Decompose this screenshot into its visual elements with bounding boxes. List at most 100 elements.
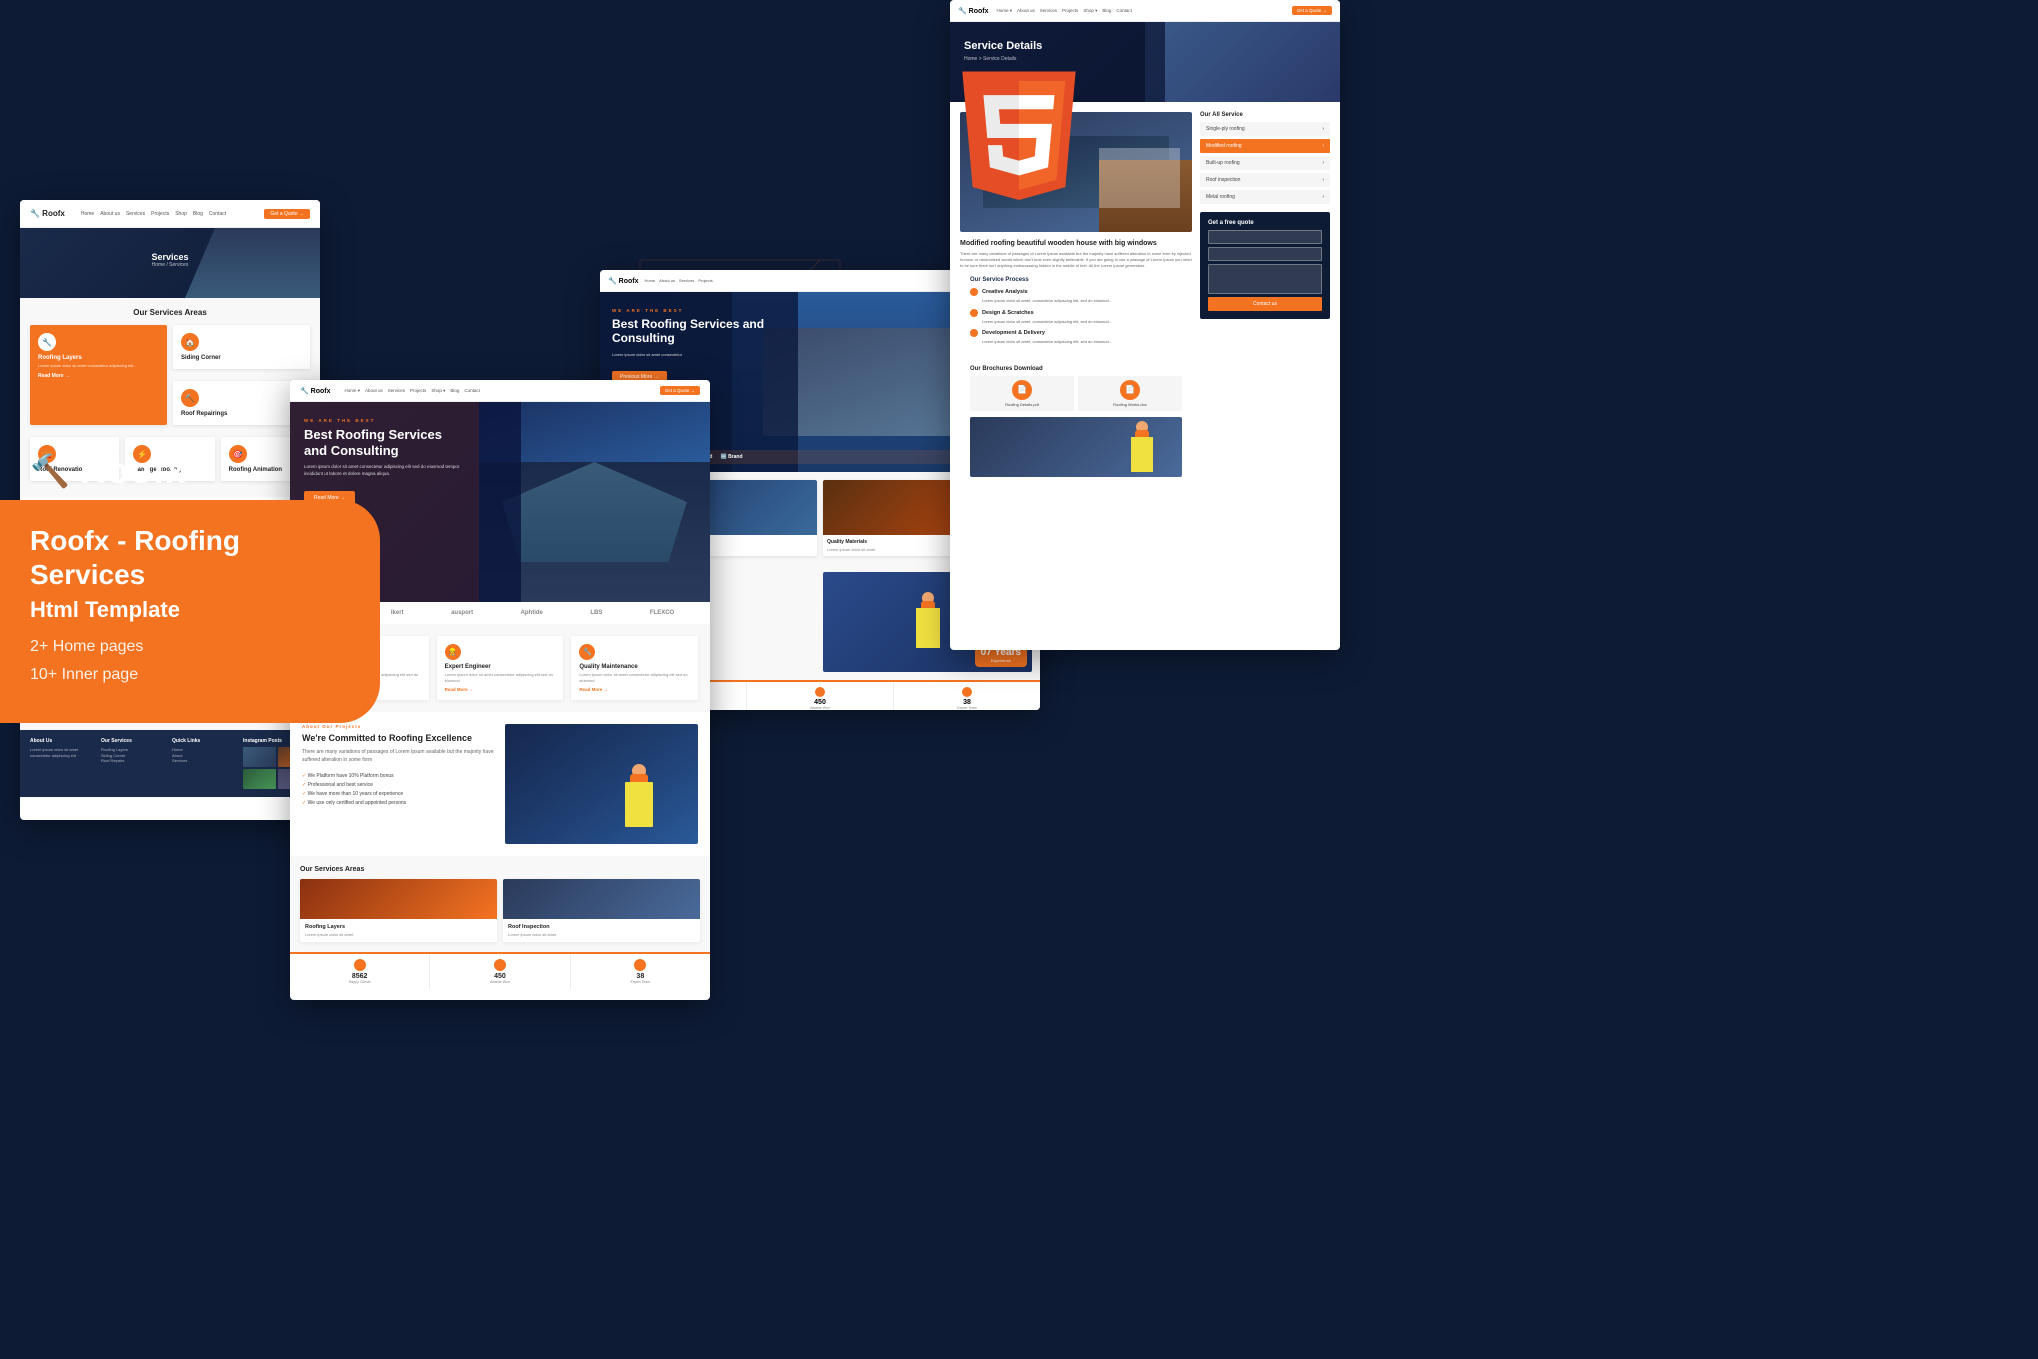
brand-aphtide: Aphtide xyxy=(521,610,543,616)
hero-navbar: 🔧 Roofx Home ▾ About us Services Project… xyxy=(290,380,710,402)
sd-service-inspection[interactable]: Roof inspection › xyxy=(1200,173,1330,187)
hero-stat-awards: 450 Awards Won xyxy=(430,954,570,989)
sd-sidebar-services-title: Our All Service xyxy=(1200,112,1330,118)
hero-stat-awards-num: 450 xyxy=(435,973,564,980)
expert-link[interactable]: Read More → xyxy=(445,687,556,692)
brochure-card-2[interactable]: 📄 Roofing Works.doc xyxy=(1078,376,1182,411)
check-1: We Platform have 10% Platform bonus xyxy=(302,772,495,781)
roofing-layers-title: Roofing Layers xyxy=(38,355,159,361)
footer-links: Quick Links HomeAboutServices xyxy=(172,738,239,789)
commitment-image xyxy=(505,724,698,844)
feature-quality-maintenance: 🔧 Quality Maintenance Lorem ipsum dolor … xyxy=(571,636,698,700)
worker-stat-2-lbl: Awards Won xyxy=(752,706,888,710)
brand-flexco: FLEXCO xyxy=(650,610,674,616)
hero-stat-team-lbl: Expert Team xyxy=(576,980,705,984)
hero-nav-home: Home ▾ xyxy=(345,388,361,394)
hero-stat-clients-lbl: Happy Clients xyxy=(295,980,424,984)
brand-lkert: lkert xyxy=(391,610,404,616)
hero-stat-awards-lbl: Awards Won xyxy=(435,980,564,984)
worker-nav-logo: 🔧 Roofx xyxy=(608,277,639,285)
nav-contact: Contact xyxy=(209,211,226,217)
check-3: We have more than 10 years of experience xyxy=(302,790,495,799)
check-4: We use only certified and appointed pers… xyxy=(302,799,495,808)
sd-service-built-up[interactable]: Built-up roofing › xyxy=(1200,156,1330,170)
brand-pages-info: 2+ Home pages xyxy=(30,635,340,659)
commit-text: There are many variations of passages of… xyxy=(302,749,495,764)
commitment-section: About Our Projects We're Committed to Ro… xyxy=(290,712,710,856)
hero-stat-team: 38 Expert Team xyxy=(571,954,710,989)
process-step-1-title: Creative Analysis xyxy=(982,289,1028,295)
repair-title: Roof Repairings xyxy=(181,411,302,417)
worker-stat-3-lbl: Expert Team xyxy=(899,706,1035,710)
sd-service-single-ply[interactable]: Single-ply roofing › xyxy=(1200,122,1330,136)
process-step-2: Design & Scratches Lorem ipsum dolor sit… xyxy=(970,309,1182,325)
expert-text: Lorem ipsum dolor sit amet consectetur a… xyxy=(445,672,556,683)
services-navbar: 🔧 Roofx Home About us Services Projects … xyxy=(20,200,320,228)
brochure-card-1[interactable]: 📄 Roofing Details.pdf xyxy=(970,376,1074,411)
exp-label: Experience xyxy=(981,658,1021,663)
maintenance-icon: 🔧 xyxy=(579,644,595,660)
sd-submit-button[interactable]: Contact us xyxy=(1208,297,1322,311)
commit-title: We're Committed to Roofing Excellence xyxy=(302,733,495,743)
services-nav-logo: 🔧 Roofx xyxy=(30,209,65,218)
services-bottom-section: Our Services Areas Roofing Layers Lorem … xyxy=(290,856,710,952)
services-breadcrumb: Home / Services xyxy=(30,262,310,268)
process-step-1-text: Lorem ipsum dolor sit amet, consectetur … xyxy=(970,298,1182,304)
hero-nav-shop: Shop ▾ xyxy=(431,388,445,394)
services-nav-links: Home About us Services Projects Shop Blo… xyxy=(81,211,226,217)
roofing-card-inspection: Roof Inspection Lorem ipsum dolor sit am… xyxy=(503,879,700,942)
hero-nav-cta[interactable]: Get a Quote → xyxy=(660,386,700,395)
sd-navbar: 🔧 Roofx Home ▾ About us Services Project… xyxy=(950,0,1340,22)
roofing-card-layers: Roofing Layers Lorem ipsum dolor sit ame… xyxy=(300,879,497,942)
roofing-inspection-card-title: Roof Inspection xyxy=(508,924,695,930)
siding-icon: 🏠 xyxy=(181,333,199,351)
services-page-title: Services xyxy=(30,252,310,262)
roofing-layers-link[interactable]: Read More → xyxy=(38,373,159,379)
maintenance-title: Quality Maintenance xyxy=(579,664,690,670)
nav-blog: Blog xyxy=(193,211,203,217)
services-nav-cta[interactable]: Get a Quote → xyxy=(264,209,310,219)
siding-title: Siding Corner xyxy=(181,355,302,361)
hero-nav-projects: Projects xyxy=(410,388,426,394)
sd-quote-title: Get a free quote xyxy=(1208,220,1322,226)
sd-main-title: Modified roofing beautiful wooden house … xyxy=(960,240,1192,247)
brand-lbs: LBS xyxy=(590,610,602,616)
check-2: Professional and best service xyxy=(302,781,495,790)
feature-expert-engineer: 👷 Expert Engineer Lorem ipsum dolor sit … xyxy=(437,636,564,700)
sd-service-modified[interactable]: Modified roofing › xyxy=(1200,139,1330,153)
sd-message-input[interactable] xyxy=(1208,264,1322,294)
sd-nav-cta[interactable]: Get a Quote → xyxy=(1292,6,1332,15)
process-step-3-text: Lorem ipsum dolor sit amet, consectetur … xyxy=(970,339,1182,345)
roofing-layers-card-text: Lorem ipsum dolor sit amet xyxy=(305,932,492,937)
sd-service-metal[interactable]: Metal roofing › xyxy=(1200,190,1330,204)
sd-nav-links: Home ▾ About us Services Projects Shop ▾… xyxy=(997,8,1132,14)
sd-brochures-section: Our Brochures Download 📄 Roofing Details… xyxy=(960,358,1192,485)
hero-nav-logo: 🔧 Roofx xyxy=(300,387,331,395)
worker-hero-text: Lorem ipsum dolor sit amet consectetur xyxy=(612,352,788,357)
worker-stat-3-num: 38 xyxy=(899,699,1035,706)
sd-brochure-items: 📄 Roofing Details.pdf 📄 Roofing Works.do… xyxy=(970,376,1182,411)
hero-label: WE ARE THE BEST xyxy=(304,418,696,423)
nav-services: Services xyxy=(126,211,145,217)
sd-bottom-image xyxy=(970,417,1182,477)
services-areas-title: Our Services Areas xyxy=(30,308,310,317)
brochure-text-1: Roofing Details.pdf xyxy=(974,402,1070,407)
maintenance-link[interactable]: Read More → xyxy=(579,687,690,692)
worker-stat-2: 450 Awards Won xyxy=(747,682,894,710)
roofing-layers-card-title: Roofing Layers xyxy=(305,924,492,930)
sd-name-input[interactable] xyxy=(1208,230,1322,244)
services-footer: About Us Lorem ipsum dolor sit amet cons… xyxy=(20,730,320,797)
sd-email-input[interactable] xyxy=(1208,247,1322,261)
process-step-2-text: Lorem ipsum dolor sit amet, consectetur … xyxy=(970,319,1182,325)
repair-icon: 🔨 xyxy=(181,389,199,407)
expert-title: Expert Engineer xyxy=(445,664,556,670)
hammer-icon: 🔨 xyxy=(30,452,70,490)
brand-inner-pages: 10+ Inner page xyxy=(30,663,340,687)
brand-title: Roofx - Roofing Services xyxy=(30,524,340,591)
nav-projects: Projects xyxy=(151,211,169,217)
html5-logo xyxy=(939,30,1099,210)
sd-nav-logo: 🔧 Roofx xyxy=(958,7,989,15)
sd-main-text: There are many variations of passages of… xyxy=(960,251,1192,269)
hero-stat-clients-num: 8562 xyxy=(295,973,424,980)
roofing-layers-icon: 🔧 xyxy=(38,333,56,351)
